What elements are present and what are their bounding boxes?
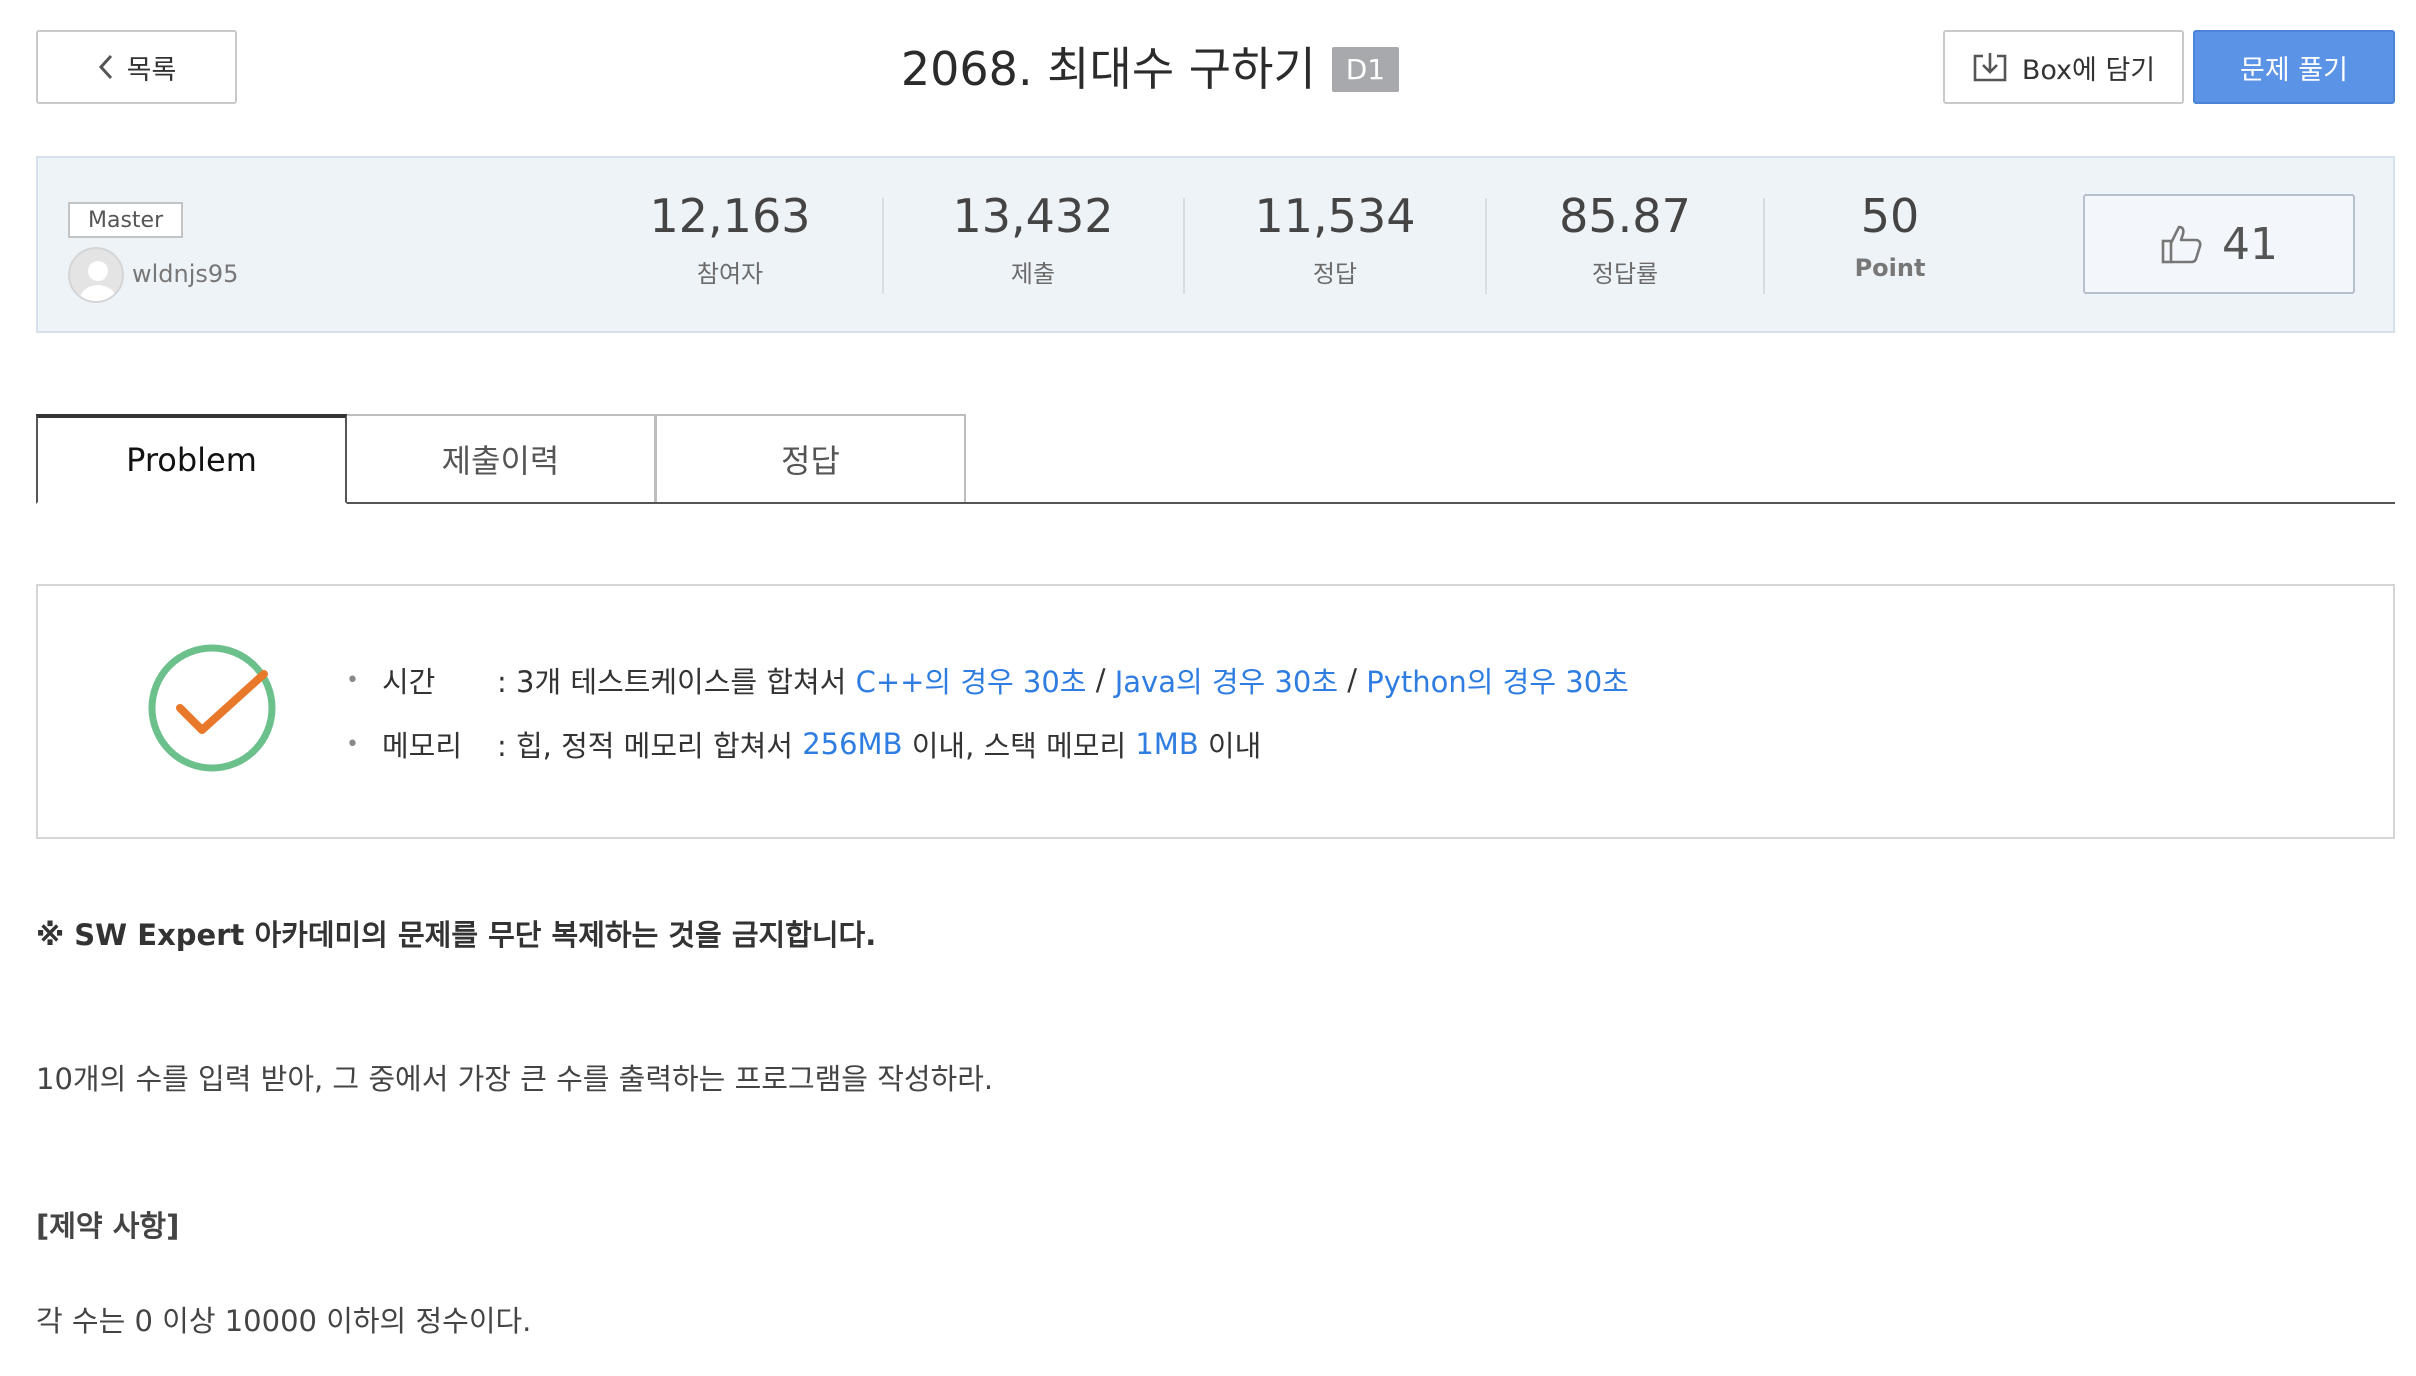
stats-panel (36, 156, 2395, 333)
stat-divider (882, 198, 884, 294)
time-limit-python: Python의 경우 30초 (1366, 665, 1629, 699)
page-title: 2068. 최대수 구하기 (900, 42, 1316, 96)
thumbs-up-icon (2161, 225, 2202, 264)
tab-submission-history[interactable]: 제출이력 (345, 414, 656, 502)
stat-point-value: 50 (1860, 189, 1920, 243)
stat-correct-value: 11,534 (1254, 189, 1416, 243)
stat-participants-label: 참여자 (696, 260, 764, 288)
stat-divider (1485, 198, 1487, 294)
stat-rate-value: 85.87 (1559, 189, 1691, 243)
time-limit-cpp: C++의 경우 30초 (855, 665, 1087, 699)
stat-submissions: 13,432 제출 (933, 184, 1133, 294)
stat-correct: 11,534 정답 (1235, 184, 1435, 294)
stat-rate: 85.87 정답률 (1525, 184, 1725, 294)
memory-limit-suffix: 이내 (1198, 729, 1262, 763)
stat-divider (1183, 198, 1185, 294)
add-to-box-button[interactable]: Box에 담기 (1943, 30, 2184, 104)
problem-header: 2068. 최대수 구하기 D1 (700, 28, 1600, 104)
limits-box (36, 584, 2395, 839)
download-box-icon (1973, 53, 2007, 82)
checkmark-circle-icon (148, 644, 276, 772)
stat-divider (1763, 198, 1765, 294)
memory-limit-middle: 이내, 스택 메모리 (902, 729, 1136, 763)
add-to-box-label: Box에 담기 (2021, 54, 2156, 86)
back-button-label: 목록 (126, 54, 177, 86)
avatar[interactable] (68, 247, 124, 303)
chevron-left-icon (98, 54, 112, 80)
bullet: • (346, 667, 359, 693)
memory-limit-heap: 256MB (802, 727, 903, 761)
tab-problem[interactable]: Problem (36, 414, 347, 504)
stat-submissions-value: 13,432 (952, 189, 1114, 243)
memory-limit-row: • 메모리 : 힙, 정적 메모리 합쳐서 256MB 이내, 스택 메모리 1… (346, 722, 1261, 766)
author-rank-badge: Master (68, 202, 184, 238)
constraints-heading: [제약 사항] (36, 1209, 180, 1243)
problem-description: 10개의 수를 입력 받아, 그 중에서 가장 큰 수를 출력하는 프로그램을 … (36, 1062, 994, 1096)
bullet: • (346, 731, 359, 757)
memory-limit-prefix: : 힙, 정적 메모리 합쳐서 (497, 729, 803, 763)
memory-limit-key: 메모리 (382, 729, 463, 763)
time-limit-row: • 시간 : 3개 테스트케이스를 합쳐서 C++의 경우 30초 / Java… (346, 658, 1629, 702)
copyright-notice: ※ SW Expert 아카데미의 문제를 무단 복제하는 것을 금지합니다. (36, 918, 877, 952)
stat-submissions-label: 제출 (1010, 260, 1056, 288)
level-badge: D1 (1331, 46, 1400, 92)
like-button[interactable]: 41 (2083, 194, 2355, 294)
time-limit-key: 시간 (382, 665, 436, 699)
tab-underline (36, 502, 2395, 504)
stat-participants-value: 12,163 (649, 189, 811, 243)
stat-point: 50 Point (1790, 184, 1990, 294)
solve-problem-button[interactable]: 문제 풀기 (2193, 30, 2395, 104)
time-limit-separator: / (1086, 663, 1115, 697)
author-username[interactable]: wldnjs95 (132, 260, 238, 288)
time-limit-separator: / (1338, 663, 1367, 697)
stat-point-label: Point (1854, 254, 1926, 282)
constraints-text: 각 수는 0 이상 10000 이하의 정수이다. (36, 1304, 532, 1338)
back-to-list-button[interactable]: 목록 (36, 30, 237, 104)
tab-answers[interactable]: 정답 (655, 414, 966, 502)
time-limit-java: Java의 경우 30초 (1114, 665, 1339, 699)
stat-correct-label: 정답 (1312, 260, 1358, 288)
stat-rate-label: 정답률 (1591, 260, 1659, 288)
memory-limit-stack: 1MB (1135, 727, 1199, 761)
time-limit-prefix: : 3개 테스트케이스를 합쳐서 (497, 665, 856, 699)
stat-participants: 12,163 참여자 (630, 184, 830, 294)
like-count: 41 (2222, 218, 2278, 270)
